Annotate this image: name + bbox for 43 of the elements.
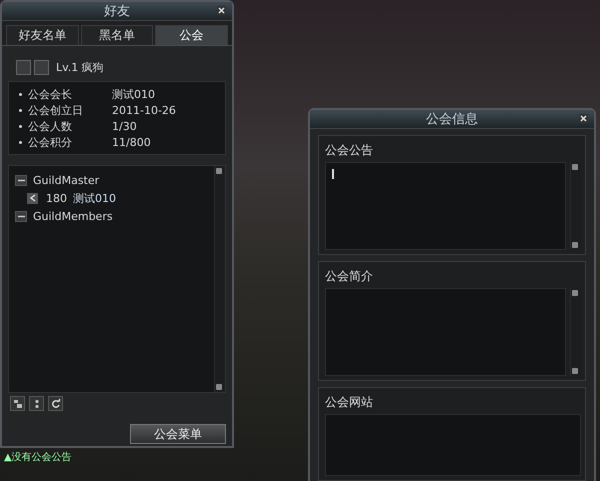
window-title: 公会信息 — [426, 111, 478, 128]
group-label[interactable]: GuildMaster — [33, 174, 100, 186]
refresh-icon — [50, 398, 62, 410]
tab[interactable]: 好友名单 — [6, 25, 79, 45]
member-class-icon — [27, 192, 38, 204]
info-label: 公会人数 — [28, 118, 73, 134]
close-button[interactable] — [579, 114, 588, 123]
scrollbar[interactable] — [214, 166, 225, 392]
info-value: 1/30 — [112, 120, 137, 132]
collapse-toggle[interactable] — [15, 174, 27, 186]
bullet-icon — [19, 140, 22, 144]
info-value: 2011-10-26 — [112, 104, 176, 116]
input-field[interactable] — [325, 414, 581, 476]
window-title: 好友 — [104, 3, 130, 20]
scrollbar[interactable] — [570, 288, 581, 376]
info-label: 公会积分 — [28, 134, 73, 150]
member-name[interactable]: 测试010 — [73, 190, 116, 206]
info-label: 公会创立日 — [28, 102, 84, 118]
group-label[interactable]: GuildMembers — [33, 210, 113, 222]
section-label: 公会网站 — [325, 394, 374, 411]
emblem-slot[interactable] — [16, 60, 31, 74]
guild-name: 疯狗 — [81, 60, 104, 74]
info-value: 测试010 — [112, 86, 155, 102]
section-label: 公会简介 — [325, 268, 374, 285]
section-label: 公会公告 — [325, 142, 374, 159]
info-value: 11/800 — [112, 136, 151, 148]
info-label: 公会会长 — [28, 86, 73, 102]
scrollbar[interactable] — [570, 162, 581, 250]
guild-menu-button[interactable]: 公会菜单 — [130, 424, 226, 444]
bullet-icon — [19, 92, 22, 96]
collapse-toggle[interactable] — [15, 210, 27, 222]
member-level: 180 — [46, 192, 67, 204]
bullet-icon — [19, 124, 22, 128]
tab[interactable]: 黑名单 — [80, 25, 154, 45]
tab[interactable]: 公会 — [155, 25, 228, 45]
refresh-button[interactable] — [48, 396, 63, 411]
close-button[interactable] — [217, 6, 226, 15]
close-icon — [580, 115, 587, 122]
close-icon — [218, 7, 225, 14]
notice-text: ▲没有公会公告 — [4, 450, 72, 464]
bullet-icon — [19, 108, 22, 112]
guild-level: Lv.1 — [56, 60, 78, 74]
emblem-slot[interactable] — [34, 60, 49, 74]
